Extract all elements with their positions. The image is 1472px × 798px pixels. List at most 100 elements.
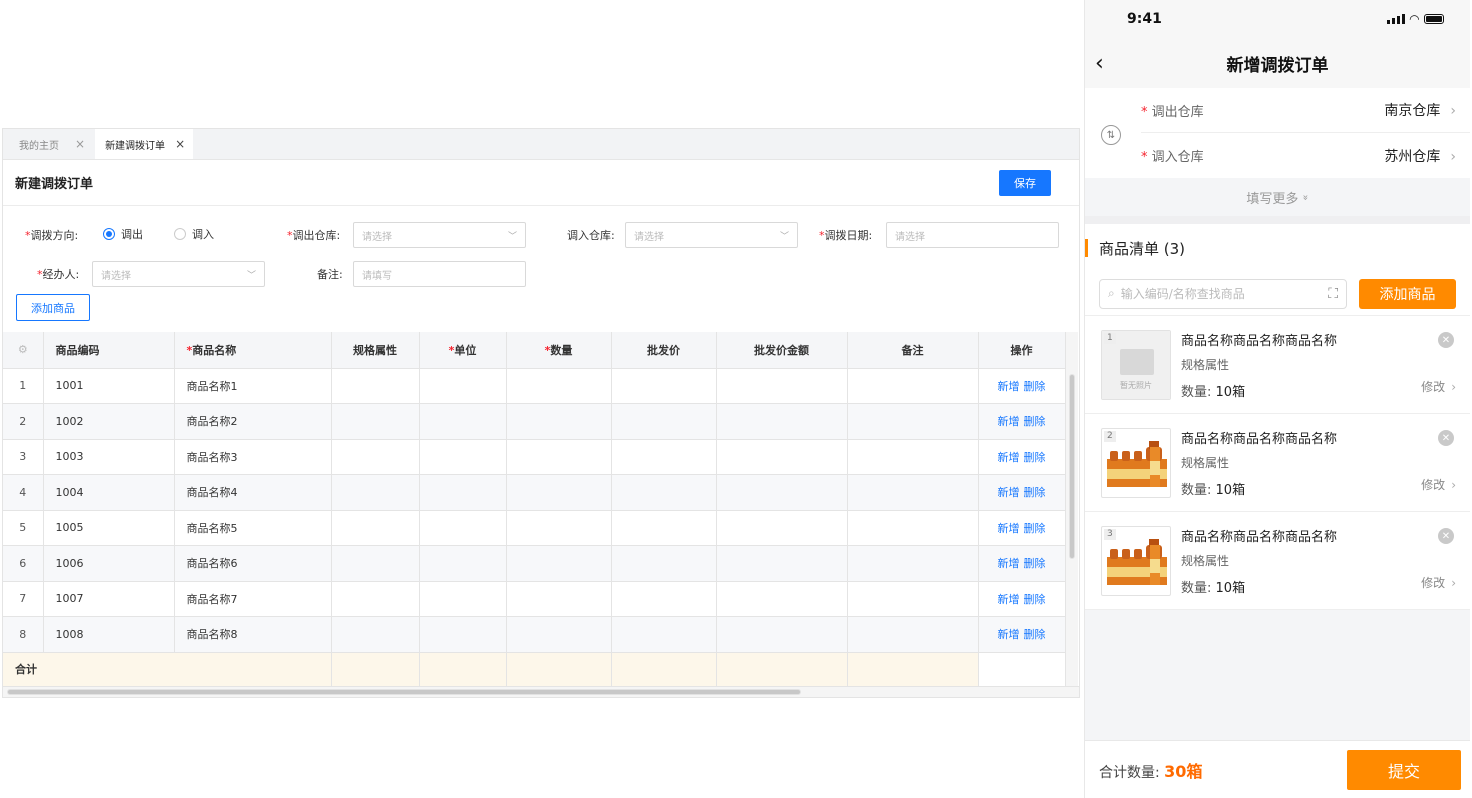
cell-name[interactable]: 商品名称5 bbox=[174, 510, 332, 546]
cell-name[interactable]: 商品名称1 bbox=[174, 368, 332, 404]
cell-unit[interactable] bbox=[419, 368, 507, 404]
delete-row-link[interactable]: 删除 bbox=[1024, 415, 1046, 428]
list-item[interactable]: 2 商品名称商品名称商品名称 规格属性 数量: 10箱 ✕ 修改 › bbox=[1085, 414, 1470, 512]
delete-row-link[interactable]: 删除 bbox=[1024, 593, 1046, 606]
tab-new-transfer-order[interactable]: 新建调拨订单 × bbox=[95, 129, 194, 159]
delete-row-link[interactable]: 删除 bbox=[1024, 451, 1046, 464]
cell-code[interactable]: 1008 bbox=[43, 616, 175, 653]
cell-name[interactable]: 商品名称8 bbox=[174, 616, 332, 653]
remove-icon[interactable]: ✕ bbox=[1438, 528, 1454, 544]
cell-qty[interactable] bbox=[506, 510, 612, 546]
transfer-date-input[interactable]: 请选择 bbox=[886, 222, 1059, 248]
cell-unit[interactable] bbox=[419, 510, 507, 546]
cell-name[interactable]: 商品名称6 bbox=[174, 545, 332, 582]
add-row-link[interactable]: 新增 bbox=[998, 557, 1020, 570]
cell-spec[interactable] bbox=[331, 510, 420, 546]
remove-icon[interactable]: ✕ bbox=[1438, 430, 1454, 446]
cell-code[interactable]: 1006 bbox=[43, 545, 175, 582]
cell-name[interactable]: 商品名称7 bbox=[174, 581, 332, 617]
radio-out[interactable]: 调出 bbox=[103, 226, 143, 242]
back-icon[interactable]: ‹ bbox=[1095, 51, 1104, 76]
swap-icon[interactable]: ⇅ bbox=[1101, 125, 1121, 145]
delete-row-link[interactable]: 删除 bbox=[1024, 628, 1046, 641]
cell-code[interactable]: 1003 bbox=[43, 439, 175, 475]
cell-spec[interactable] bbox=[331, 368, 420, 404]
delete-row-link[interactable]: 删除 bbox=[1024, 522, 1046, 535]
list-item[interactable]: 1 暂无照片 商品名称商品名称商品名称 规格属性 数量: 10箱 ✕ 修改 › bbox=[1085, 316, 1470, 414]
close-icon[interactable]: × bbox=[175, 137, 185, 151]
delete-row-link[interactable]: 删除 bbox=[1024, 557, 1046, 570]
remove-icon[interactable]: ✕ bbox=[1438, 332, 1454, 348]
cell-code[interactable]: 1002 bbox=[43, 403, 175, 440]
add-row-link[interactable]: 新增 bbox=[998, 486, 1020, 499]
handler-select[interactable]: 请选择 ﹀ bbox=[92, 261, 265, 287]
edit-link[interactable]: 修改 › bbox=[1421, 378, 1456, 395]
cell-unit[interactable] bbox=[419, 616, 507, 653]
cell-code[interactable]: 1001 bbox=[43, 368, 175, 404]
cell-qty[interactable] bbox=[506, 616, 612, 653]
cell-price[interactable] bbox=[611, 581, 717, 617]
cell-qty[interactable] bbox=[506, 403, 612, 440]
remark-input[interactable]: 请填写 bbox=[353, 261, 526, 287]
add-row-link[interactable]: 新增 bbox=[998, 415, 1020, 428]
cell-qty[interactable] bbox=[506, 439, 612, 475]
out-warehouse-select[interactable]: 请选择 ﹀ bbox=[353, 222, 526, 248]
cell-spec[interactable] bbox=[331, 403, 420, 440]
scan-icon[interactable]: ⛶ bbox=[1328, 286, 1338, 302]
cell-price[interactable] bbox=[611, 439, 717, 475]
cell-unit[interactable] bbox=[419, 581, 507, 617]
cell-spec[interactable] bbox=[331, 581, 420, 617]
edit-link[interactable]: 修改 › bbox=[1421, 476, 1456, 493]
cell-remark[interactable] bbox=[847, 616, 979, 653]
add-row-link[interactable]: 新增 bbox=[998, 628, 1020, 641]
cell-remark[interactable] bbox=[847, 581, 979, 617]
cell-name[interactable]: 商品名称3 bbox=[174, 439, 332, 475]
delete-row-link[interactable]: 删除 bbox=[1024, 380, 1046, 393]
radio-in[interactable]: 调入 bbox=[174, 226, 214, 242]
edit-link[interactable]: 修改 › bbox=[1421, 574, 1456, 591]
cell-unit[interactable] bbox=[419, 403, 507, 440]
cell-unit[interactable] bbox=[419, 439, 507, 475]
cell-name[interactable]: 商品名称2 bbox=[174, 403, 332, 440]
cell-name[interactable]: 商品名称4 bbox=[174, 474, 332, 511]
add-product-button[interactable]: 添加商品 bbox=[1359, 278, 1456, 309]
cell-qty[interactable] bbox=[506, 368, 612, 404]
tab-home[interactable]: 我的主页 × bbox=[3, 129, 95, 159]
fill-more-toggle[interactable]: 填写更多 » bbox=[1085, 178, 1470, 216]
cell-price[interactable] bbox=[611, 510, 717, 546]
close-icon[interactable]: × bbox=[75, 137, 85, 151]
cell-remark[interactable] bbox=[847, 510, 979, 546]
cell-remark[interactable] bbox=[847, 439, 979, 475]
in-warehouse-row[interactable]: * 调入仓库 苏州仓库 › bbox=[1141, 133, 1470, 178]
add-row-link[interactable]: 新增 bbox=[998, 522, 1020, 535]
add-product-button[interactable]: 添加商品 bbox=[16, 294, 90, 321]
cell-code[interactable]: 1005 bbox=[43, 510, 175, 546]
horizontal-scrollbar[interactable] bbox=[3, 686, 1079, 697]
cell-remark[interactable] bbox=[847, 403, 979, 440]
cell-price[interactable] bbox=[611, 616, 717, 653]
cell-spec[interactable] bbox=[331, 616, 420, 653]
cell-price[interactable] bbox=[611, 474, 717, 511]
add-row-link[interactable]: 新增 bbox=[998, 451, 1020, 464]
cell-spec[interactable] bbox=[331, 474, 420, 511]
cell-remark[interactable] bbox=[847, 474, 979, 511]
cell-price[interactable] bbox=[611, 545, 717, 582]
vertical-scrollbar[interactable] bbox=[1065, 332, 1078, 686]
cell-spec[interactable] bbox=[331, 545, 420, 582]
cell-remark[interactable] bbox=[847, 368, 979, 404]
cell-qty[interactable] bbox=[506, 581, 612, 617]
scroll-thumb[interactable] bbox=[1069, 374, 1075, 559]
cell-code[interactable]: 1004 bbox=[43, 474, 175, 511]
cell-unit[interactable] bbox=[419, 474, 507, 511]
gear-icon[interactable]: ⚙ bbox=[18, 343, 28, 356]
cell-remark[interactable] bbox=[847, 545, 979, 582]
cell-price[interactable] bbox=[611, 403, 717, 440]
list-item[interactable]: 3 商品名称商品名称商品名称 规格属性 数量: 10箱 ✕ 修改 › bbox=[1085, 512, 1470, 610]
out-warehouse-row[interactable]: * 调出仓库 南京仓库 › bbox=[1141, 88, 1470, 133]
search-input[interactable]: ⌕ 输入编码/名称查找商品 ⛶ bbox=[1099, 278, 1347, 309]
cell-code[interactable]: 1007 bbox=[43, 581, 175, 617]
cell-price[interactable] bbox=[611, 368, 717, 404]
add-row-link[interactable]: 新增 bbox=[998, 593, 1020, 606]
cell-qty[interactable] bbox=[506, 545, 612, 582]
column-settings[interactable]: ⚙ bbox=[3, 332, 44, 369]
